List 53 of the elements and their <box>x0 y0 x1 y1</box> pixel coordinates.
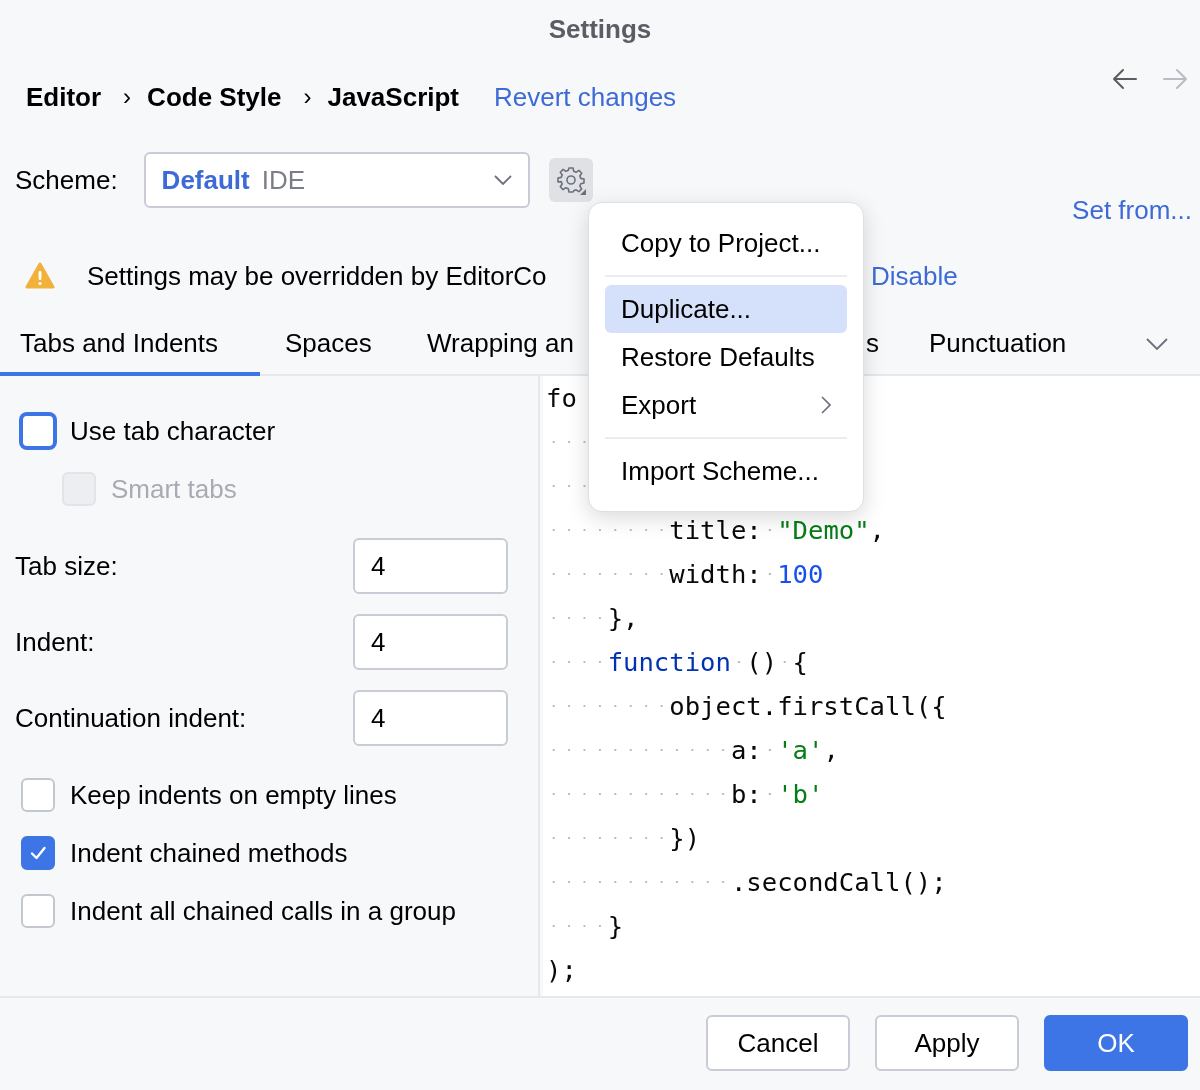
number-field[interactable]: 4 <box>353 690 508 746</box>
field-label: Indent: <box>15 626 96 658</box>
code-line: .secondCall(); <box>546 860 947 904</box>
breadcrumb-item[interactable]: Code Style <box>147 81 282 113</box>
tab[interactable]: Punctuation <box>929 314 1067 376</box>
checkbox[interactable] <box>21 836 55 870</box>
menu-item[interactable]: Export <box>605 381 847 429</box>
scheme-label: Scheme: <box>15 164 118 197</box>
breadcrumb-separator: › <box>123 83 132 111</box>
dialog-button[interactable]: Apply <box>875 1015 1019 1071</box>
checkbox-label: Indent chained methods <box>70 837 348 869</box>
dialog-button[interactable]: Cancel <box>706 1015 850 1071</box>
field-label: Continuation indent: <box>15 702 248 734</box>
tab[interactable]: s <box>865 314 929 376</box>
menu-item[interactable]: Import Scheme... <box>605 447 847 495</box>
breadcrumb-separator: › <box>303 83 312 111</box>
ok-button[interactable]: OK <box>1044 1015 1188 1071</box>
settings-button[interactable] <box>548 158 593 202</box>
code-line: b: 'b' <box>546 772 824 816</box>
more-tabs-icon[interactable] <box>1146 338 1168 350</box>
tab[interactable]: Tabs and Indents <box>0 314 260 376</box>
chevron-down-icon <box>493 175 512 185</box>
code-line: a: 'a', <box>546 728 839 772</box>
menu-item[interactable]: Restore Defaults <box>605 333 847 381</box>
set-from-link[interactable]: Set from... <box>1072 195 1200 226</box>
field-label: Tab size: <box>15 550 119 582</box>
checkbox-label: Use tab character <box>70 415 276 447</box>
checkbox-label: Indent all chained calls in a group <box>70 895 456 927</box>
warning-message: Settings may be overridden by EditorCo <box>87 260 548 292</box>
code-line: fo <box>546 382 577 415</box>
window-title: Settings <box>548 13 652 45</box>
disable-link[interactable]: Disable <box>871 260 958 292</box>
number-field[interactable]: 4 <box>353 538 508 594</box>
checkbox-label: Keep indents on empty lines <box>70 779 397 811</box>
revert-changes-link[interactable]: Revert changes <box>494 81 677 113</box>
code-line: object.firstCall({ <box>546 684 947 728</box>
code-line: }, <box>546 596 639 640</box>
menu-item[interactable]: Duplicate... <box>605 285 847 333</box>
warning-icon <box>25 262 55 290</box>
code-line: ); <box>546 954 577 987</box>
code-line: width: 100 <box>546 552 824 596</box>
checkbox[interactable] <box>21 778 55 812</box>
checkbox[interactable] <box>21 894 55 928</box>
menu-item[interactable]: Copy to Project... <box>605 219 847 267</box>
breadcrumb-item[interactable]: JavaScript <box>327 81 459 113</box>
number-field[interactable]: 4 <box>353 614 508 670</box>
back-arrow-icon[interactable] <box>1112 68 1138 90</box>
code-line: title: "Demo", <box>546 508 886 552</box>
scheme-dropdown[interactable]: Default IDE <box>143 152 530 208</box>
checkbox-label: Smart tabs <box>111 473 237 505</box>
code-line: function () { <box>546 640 808 684</box>
tab[interactable]: Spaces <box>260 314 401 376</box>
breadcrumb-item[interactable]: Editor <box>26 81 102 113</box>
